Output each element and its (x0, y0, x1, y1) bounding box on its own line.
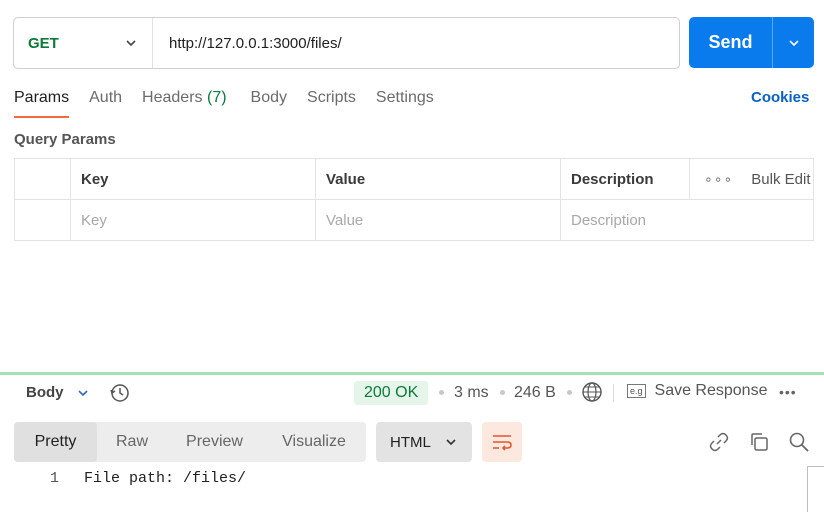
view-raw[interactable]: Raw (97, 422, 167, 462)
key-column-header: Key (70, 158, 316, 200)
response-time[interactable]: 3 ms (454, 384, 489, 402)
view-mode-tabs: Pretty Raw Preview Visualize (14, 422, 366, 462)
view-pretty[interactable]: Pretty (14, 422, 97, 462)
format-selector[interactable]: HTML (376, 422, 472, 462)
response-code-view[interactable]: 1 File path: /files/ (0, 466, 808, 512)
value-column-header: Value (315, 158, 561, 200)
search-icon[interactable] (788, 431, 810, 453)
separator-dot (500, 390, 505, 395)
tab-label: Headers (142, 89, 203, 106)
query-params-title: Query Params (14, 131, 116, 148)
chevron-down-icon (126, 40, 136, 47)
headers-count: (7) (206, 89, 227, 106)
tab-params[interactable]: Params (14, 87, 70, 118)
chevron-down-icon (788, 39, 799, 46)
cookies-link[interactable]: Cookies (751, 89, 809, 106)
line-number: 1 (50, 470, 60, 487)
vertical-separator (613, 384, 614, 402)
tab-settings[interactable]: Settings (376, 87, 434, 118)
tab-body[interactable]: Body (251, 87, 287, 118)
send-group: Send (689, 17, 814, 68)
tab-label: Auth (89, 89, 123, 106)
tab-scripts[interactable]: Scripts (307, 87, 356, 118)
table-row: Key Value Description (14, 199, 814, 241)
tab-label: Params (14, 89, 70, 106)
more-icon[interactable]: ••• (779, 384, 797, 400)
request-bar: GET http://127.0.0.1:3000/files/ (13, 17, 680, 69)
history-icon[interactable] (108, 381, 132, 405)
response-bar: Body 200 OK 3 ms 246 B e.g Save Response… (0, 376, 824, 410)
pane-divider[interactable] (0, 372, 824, 375)
tab-label: Scripts (307, 89, 356, 106)
globe-icon[interactable] (581, 381, 603, 403)
view-visualize[interactable]: Visualize (262, 422, 366, 462)
params-table: Key Value Description ∘∘∘ Bulk Edit Key … (14, 158, 814, 241)
send-button[interactable]: Send (689, 17, 773, 68)
save-response-label: Save Response (654, 382, 768, 399)
method-selector[interactable]: GET (14, 18, 153, 68)
tab-label: Settings (375, 89, 434, 106)
send-options-button[interactable] (773, 17, 814, 68)
status-badge[interactable]: 200 OK (354, 381, 429, 405)
tab-label: Body (250, 89, 288, 106)
more-icon: ∘∘∘ (704, 170, 734, 187)
url-input[interactable]: http://127.0.0.1:3000/files/ (153, 35, 342, 52)
link-icon[interactable] (708, 431, 730, 453)
response-body-selector[interactable]: Body (26, 384, 90, 401)
view-preview[interactable]: Preview (167, 422, 262, 462)
bulk-edit-button[interactable]: ∘∘∘ Bulk Edit (700, 171, 813, 188)
wrap-lines-button[interactable] (482, 422, 522, 462)
request-tabs: Params Auth Headers (7) Body Scripts Set… (14, 87, 454, 119)
copy-icon[interactable] (748, 431, 770, 453)
chevron-down-icon (77, 389, 88, 396)
bulk-edit-cell: ∘∘∘ Bulk Edit (689, 158, 814, 200)
response-size[interactable]: 246 B (514, 384, 556, 402)
method-label: GET (28, 34, 59, 52)
example-icon: e.g (627, 384, 646, 398)
separator-dot (439, 390, 444, 395)
response-body-label: Body (26, 384, 64, 401)
key-input[interactable]: Key (70, 199, 316, 241)
description-column-header: Description (560, 158, 690, 200)
table-header-row: Key Value Description ∘∘∘ Bulk Edit (14, 158, 814, 200)
tab-auth[interactable]: Auth (89, 87, 122, 118)
format-label: HTML (390, 433, 431, 451)
value-input[interactable]: Value (315, 199, 561, 241)
checkbox-column-header (14, 158, 71, 200)
wrap-lines-icon (493, 435, 512, 451)
bulk-edit-label: Bulk Edit (751, 170, 811, 188)
scrollbar[interactable] (807, 466, 824, 512)
code-line: File path: /files/ (84, 470, 247, 487)
tab-headers[interactable]: Headers (7) (142, 87, 227, 118)
description-input[interactable]: Description (560, 199, 814, 241)
save-response-button[interactable]: e.g Save Response (627, 382, 767, 400)
separator-dot (567, 390, 572, 395)
row-checkbox-cell (14, 199, 71, 241)
chevron-down-icon (446, 439, 456, 446)
